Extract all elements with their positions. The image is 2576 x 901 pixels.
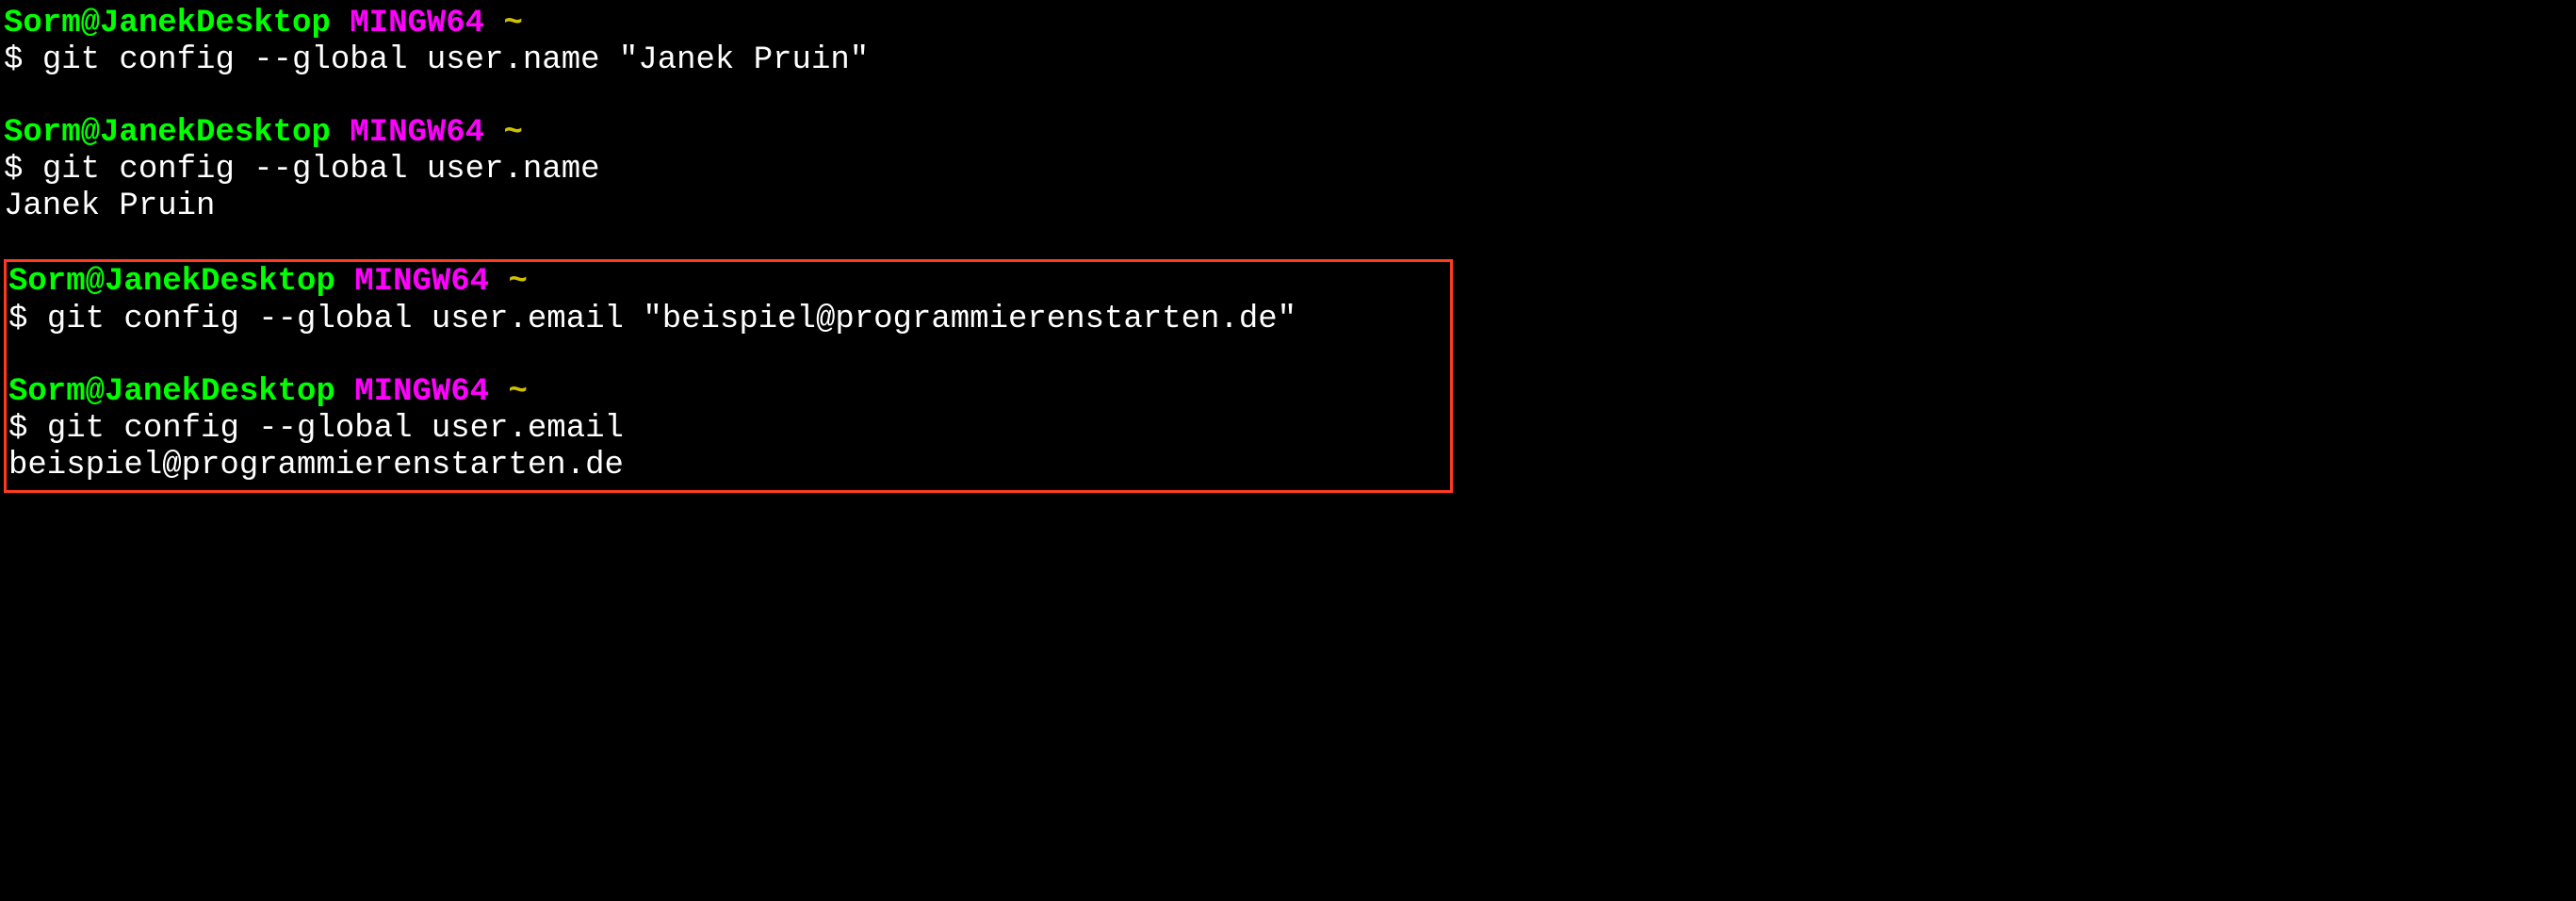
command-output: Janek Pruin [4, 188, 2572, 225]
prompt-line: Sorm@JanekDesktop MINGW64 ~ [4, 115, 2572, 152]
command-output: beispiel@programmierenstarten.de [8, 448, 1448, 484]
command-block: Sorm@JanekDesktop MINGW64 ~ $ git config… [8, 264, 1448, 337]
shell-env: MINGW64 [354, 374, 489, 410]
shell-env: MINGW64 [350, 6, 484, 41]
prompt-line: Sorm@JanekDesktop MINGW64 ~ [8, 374, 1448, 411]
user-host: Sorm@JanekDesktop [8, 374, 335, 410]
shell-env: MINGW64 [350, 115, 484, 151]
command-block: Sorm@JanekDesktop MINGW64 ~ $ git config… [4, 115, 2572, 225]
prompt-symbol: $ [8, 411, 27, 447]
command-text: git config --global user.name [42, 152, 600, 188]
path-indicator: ~ [504, 115, 523, 151]
command-line: $ git config --global user.email "beispi… [8, 302, 1448, 338]
command-line: $ git config --global user.name [4, 152, 2572, 188]
command-text: git config --global user.email [47, 411, 624, 447]
prompt-symbol: $ [8, 302, 27, 337]
path-indicator: ~ [504, 6, 523, 41]
command-line: $ git config --global user.email [8, 411, 1448, 448]
user-host: Sorm@JanekDesktop [4, 115, 331, 151]
command-text: git config --global user.name "Janek Pru… [42, 42, 869, 78]
prompt-line: Sorm@JanekDesktop MINGW64 ~ [8, 264, 1448, 301]
command-block: Sorm@JanekDesktop MINGW64 ~ $ git config… [8, 374, 1448, 484]
terminal-area[interactable]: Sorm@JanekDesktop MINGW64 ~ $ git config… [4, 6, 2572, 493]
command-text: git config --global user.email "beispiel… [47, 302, 1296, 337]
path-indicator: ~ [509, 374, 528, 410]
highlight-box: Sorm@JanekDesktop MINGW64 ~ $ git config… [4, 259, 1453, 492]
prompt-line: Sorm@JanekDesktop MINGW64 ~ [4, 6, 2572, 42]
prompt-symbol: $ [4, 42, 23, 78]
user-host: Sorm@JanekDesktop [4, 6, 331, 41]
command-block: Sorm@JanekDesktop MINGW64 ~ $ git config… [4, 6, 2572, 79]
command-line: $ git config --global user.name "Janek P… [4, 42, 2572, 79]
prompt-symbol: $ [4, 152, 23, 188]
user-host: Sorm@JanekDesktop [8, 264, 335, 300]
shell-env: MINGW64 [354, 264, 489, 300]
path-indicator: ~ [509, 264, 528, 300]
